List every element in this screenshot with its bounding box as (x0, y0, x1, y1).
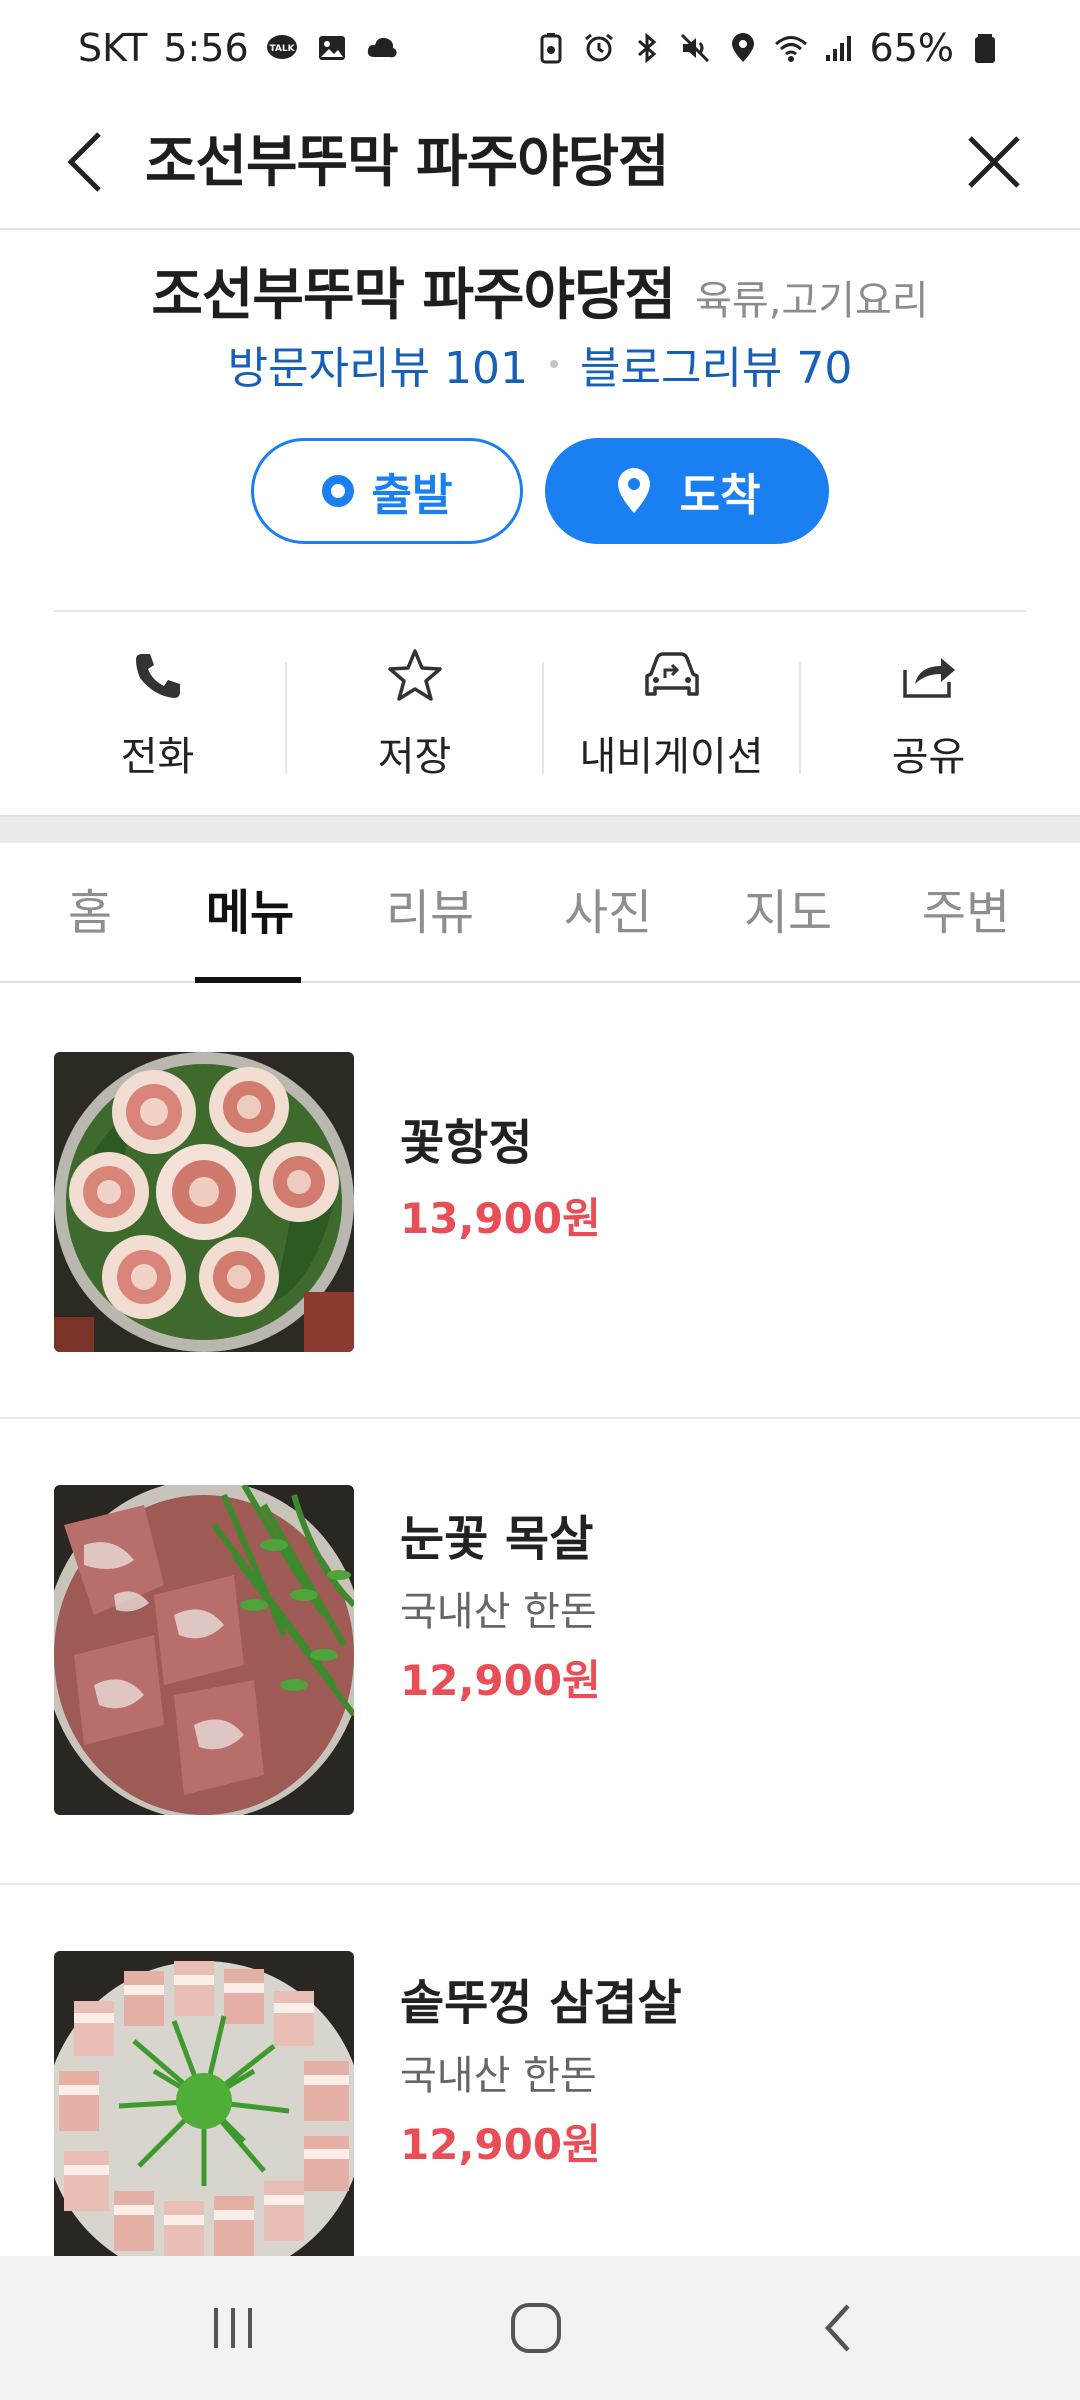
system-navigation-bar (0, 2256, 1080, 2400)
active-tab-indicator (195, 977, 301, 983)
depart-label: 출발 (371, 470, 453, 521)
car-navigation-icon (644, 652, 699, 696)
status-bar: SKT 5:56 TALK 65% (0, 0, 1080, 96)
bluetooth-icon (630, 31, 664, 65)
place-name: 조선부뚜막 파주야당점 (151, 263, 676, 328)
tab-reviews[interactable]: 리뷰 (370, 843, 490, 983)
action-bar: 전화 저장 내비게이션 공유 (0, 642, 1080, 782)
recycle-battery-icon (534, 31, 568, 65)
menu-item-name: 솥뚜껑 삼겹살 (400, 1975, 682, 2031)
battery-icon (968, 31, 1002, 65)
depart-button[interactable]: 출발 (251, 438, 523, 544)
save-action[interactable]: 저장 (287, 642, 542, 782)
location-icon (726, 31, 760, 65)
chevron-left-icon (67, 132, 101, 192)
place-summary: 조선부뚜막 파주야당점 육류,고기요리 방문자리뷰 101 블로그리뷰 70 출… (0, 230, 1080, 815)
back-chevron-icon (824, 2304, 850, 2352)
navigation-action[interactable]: 내비게이션 (544, 642, 799, 782)
menu-item-name: 눈꽃 목살 (400, 1511, 594, 1567)
place-category: 육류,고기요리 (695, 278, 929, 324)
talk-icon: TALK (265, 31, 299, 65)
signal-icon (822, 31, 856, 65)
menu-item[interactable]: 꽃항정 13,900원 (0, 985, 1080, 1419)
menu-item[interactable]: 눈꽃 목살 국내산 한돈 12,900원 (0, 1419, 1080, 1885)
star-icon (387, 649, 442, 701)
phone-icon (135, 654, 180, 698)
back-button[interactable] (50, 126, 120, 198)
origin-ring-icon (321, 475, 354, 507)
tab-map[interactable]: 지도 (728, 843, 848, 983)
menu-item-price: 12,900원 (400, 2120, 601, 2169)
clock: 5:56 (163, 26, 249, 70)
tab-menu[interactable]: 메뉴 (190, 843, 310, 983)
gallery-icon (315, 31, 349, 65)
menu-photo (54, 1485, 354, 1815)
share-action[interactable]: 공유 (801, 642, 1056, 782)
call-label: 전화 (120, 734, 195, 780)
page-title: 조선부뚜막 파주야당점 (145, 130, 670, 195)
home-button[interactable] (486, 2292, 586, 2364)
location-pin-icon (617, 468, 650, 513)
arrive-button[interactable]: 도착 (545, 438, 829, 544)
menu-item-description: 국내산 한돈 (400, 1589, 597, 1635)
tab-home[interactable]: 홈 (50, 843, 130, 983)
battery-percent: 65% (869, 26, 954, 70)
share-icon (902, 658, 955, 698)
section-gap (0, 815, 1080, 843)
navigation-label: 내비게이션 (579, 734, 764, 780)
title-bar: 조선부뚜막 파주야당점 (0, 96, 1080, 230)
save-label: 저장 (377, 734, 452, 780)
menu-item-price: 13,900원 (400, 1194, 601, 1243)
blog-reviews-link[interactable]: 블로그리뷰 70 (580, 332, 852, 396)
tab-bar: 홈 메뉴 리뷰 사진 지도 주변 (0, 843, 1080, 983)
close-button[interactable] (954, 122, 1034, 202)
close-icon (968, 136, 1020, 188)
visitor-reviews-link[interactable]: 방문자리뷰 101 (228, 332, 528, 396)
call-action[interactable]: 전화 (30, 642, 285, 782)
cloud-icon (365, 31, 399, 65)
home-icon (511, 2303, 561, 2353)
menu-item-description: 국내산 한돈 (400, 2053, 597, 2099)
wifi-icon (774, 31, 808, 65)
menu-item-name: 꽃항정 (400, 1115, 533, 1171)
share-label: 공유 (891, 734, 966, 780)
mute-icon (678, 31, 712, 65)
separator-dot (550, 360, 558, 368)
tab-nearby[interactable]: 주변 (906, 843, 1026, 983)
menu-photo (54, 1951, 354, 2261)
menu-photo (54, 1052, 354, 1352)
menu-item[interactable]: 솥뚜껑 삼겹살 국내산 한돈 12,900원 (0, 1885, 1080, 2305)
system-back-button[interactable] (788, 2292, 888, 2364)
recent-apps-button[interactable] (183, 2292, 283, 2364)
divider (54, 610, 1026, 612)
recent-apps-icon (214, 2308, 252, 2348)
tab-photos[interactable]: 사진 (548, 843, 668, 983)
svg-text:TALK: TALK (269, 44, 295, 54)
menu-item-price: 12,900원 (400, 1656, 601, 1705)
carrier-label: SKT (78, 26, 148, 70)
alarm-icon (582, 31, 616, 65)
arrive-label: 도착 (679, 470, 761, 521)
